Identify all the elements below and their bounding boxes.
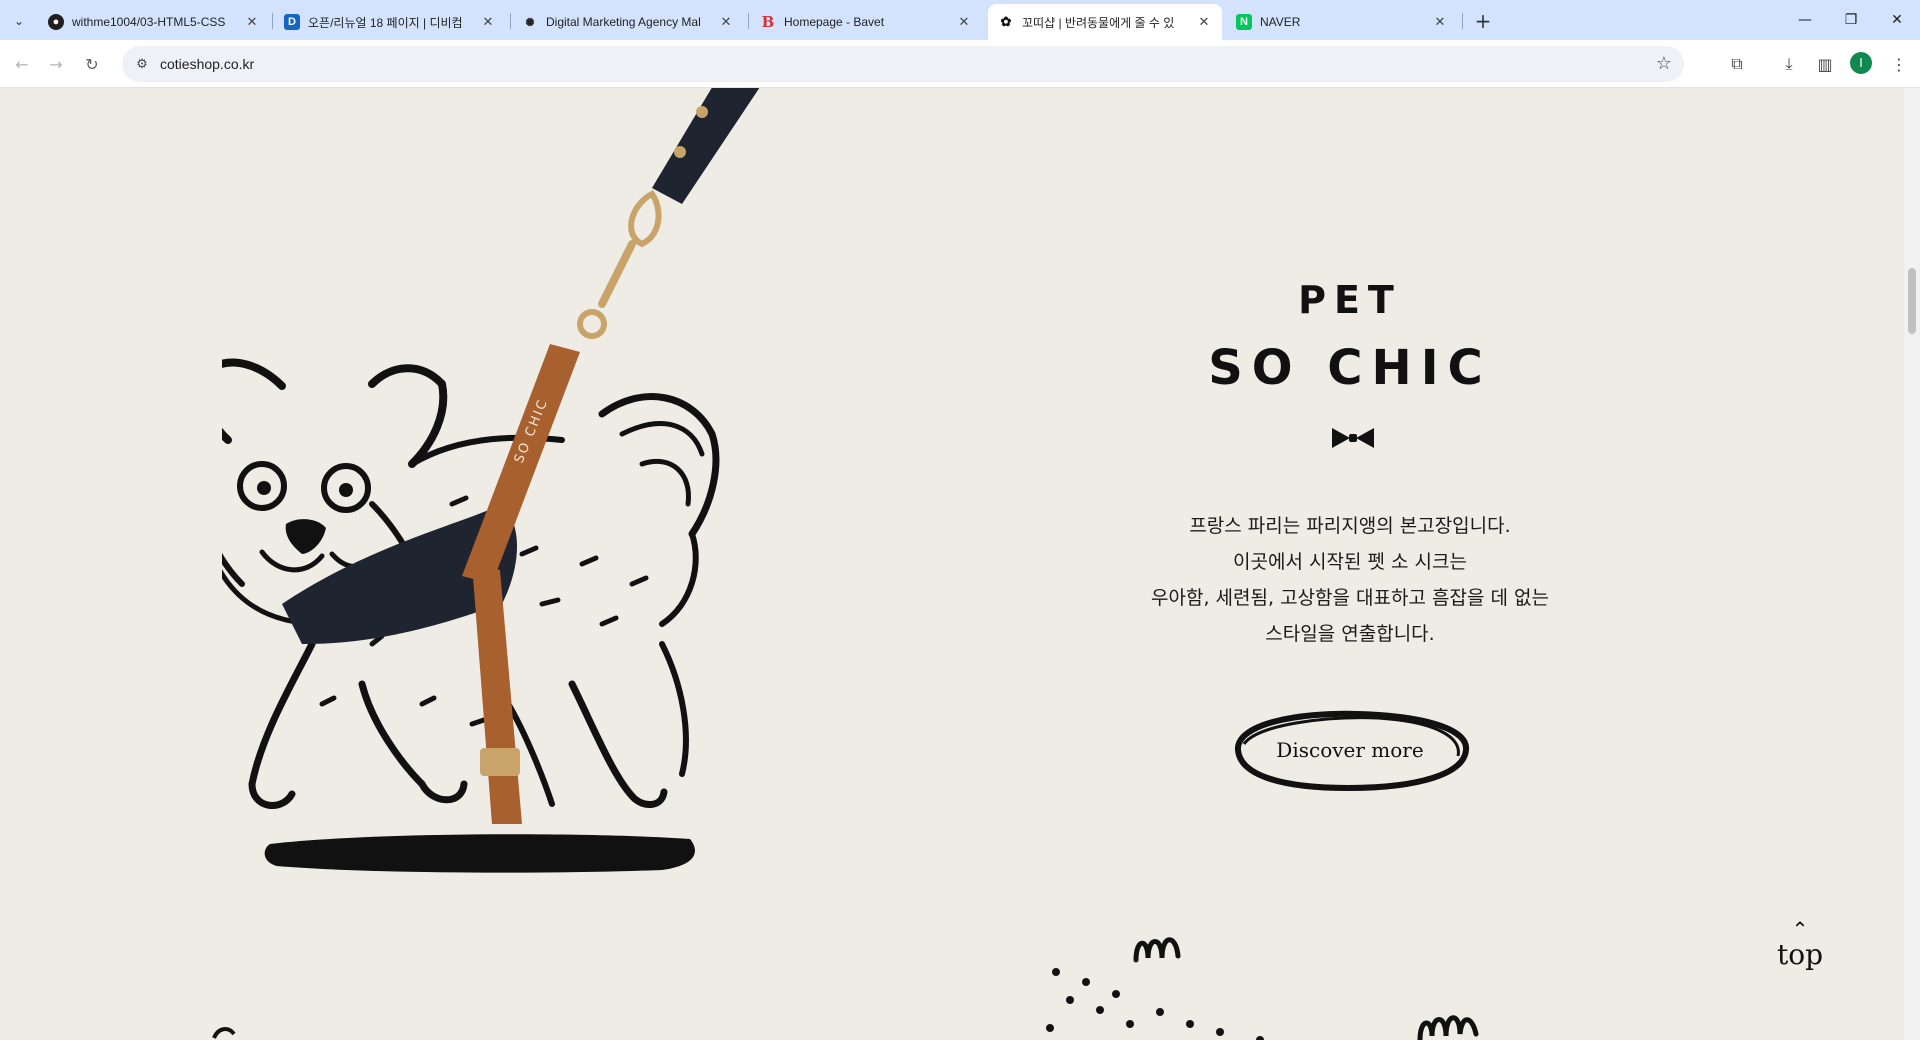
bowtie-icon xyxy=(1332,428,1374,448)
profile-avatar[interactable]: I xyxy=(1850,52,1872,74)
url-text[interactable]: cotieshop.co.kr xyxy=(160,56,254,72)
close-icon[interactable]: ✕ xyxy=(1196,14,1212,30)
back-icon[interactable]: ← xyxy=(8,50,36,78)
dog-illustration: SO CHIC xyxy=(222,88,760,873)
forward-icon[interactable]: → xyxy=(42,50,70,78)
minimize-icon[interactable]: — xyxy=(1782,0,1828,40)
d-logo-icon: D xyxy=(284,14,300,30)
cta-label: Discover more xyxy=(1276,738,1424,762)
b-logo-icon: B xyxy=(761,13,775,31)
close-icon[interactable]: ✕ xyxy=(718,14,734,30)
hero-description: 프랑스 파리는 파리지앵의 본고장입니다. 이곳에서 시작된 펫 소 시크는 우… xyxy=(1110,508,1590,652)
tab-1[interactable]: D 오픈/리뉴얼 18 페이지 | 디비컴 ✕ xyxy=(274,4,506,40)
agency-icon: ✺ xyxy=(525,16,535,29)
description-line: 스타일을 연출합니다. xyxy=(1265,623,1435,645)
scroll-to-top-button[interactable]: ⌃ top xyxy=(1772,917,1828,980)
description-line: 이곳에서 시작된 펫 소 시크는 xyxy=(1233,551,1467,573)
tab-title: NAVER xyxy=(1260,15,1301,29)
page-viewport: SO CHIC PET SO CHIC 프랑스 파리는 파리지앵의 본고장입니다… xyxy=(0,88,1904,1040)
tab-2[interactable]: ✺ Digital Marketing Agency Mal ✕ xyxy=(512,4,744,40)
scrollbar-thumb[interactable] xyxy=(1908,268,1916,334)
close-icon[interactable]: ✕ xyxy=(244,14,260,30)
site-info-icon[interactable]: ⚙ xyxy=(130,52,154,76)
menu-icon[interactable]: ⋮ xyxy=(1886,51,1912,77)
tab-4-active[interactable]: ✿ 꼬띠샵 | 반려동물에게 줄 수 있 ✕ xyxy=(988,4,1222,40)
tab-title: Homepage - Bavet xyxy=(784,15,885,29)
discover-more-button[interactable]: Discover more xyxy=(1218,704,1482,796)
description-line: 우아함, 세련됨, 고상함을 대표하고 흠잡을 데 없는 xyxy=(1151,587,1549,609)
restore-icon[interactable]: ❐ xyxy=(1828,0,1874,40)
tab-separator xyxy=(748,13,749,29)
doodle-fragment xyxy=(212,1027,236,1039)
close-icon[interactable]: ✕ xyxy=(480,14,496,30)
close-icon[interactable]: ✕ xyxy=(956,14,972,30)
browser-toolbar: ← → ↻ ⚙ cotieshop.co.kr ☆ ⧉ ⤓ ▥ I ⋮ xyxy=(0,40,1920,88)
description-line: 프랑스 파리는 파리지앵의 본고장입니다. xyxy=(1189,515,1511,537)
tab-0[interactable]: ● withme1004/03-HTML5-CSS ✕ xyxy=(38,4,270,40)
github-icon: ● xyxy=(48,14,64,30)
reload-icon[interactable]: ↻ xyxy=(78,50,106,78)
tab-title: withme1004/03-HTML5-CSS xyxy=(72,15,226,29)
extensions-icon[interactable]: ⧉ xyxy=(1724,51,1750,77)
tab-title: 오픈/리뉴얼 18 페이지 | 디비컴 xyxy=(308,15,463,30)
tab-3[interactable]: B Homepage - Bavet ✕ xyxy=(750,4,982,40)
tab-search-icon[interactable]: ⌄ xyxy=(6,8,32,34)
page-scrollbar[interactable] xyxy=(1904,88,1920,1040)
tab-separator xyxy=(272,13,273,29)
tab-5[interactable]: N NAVER ✕ xyxy=(1226,4,1458,40)
naver-icon: N xyxy=(1236,14,1252,30)
tab-title: Digital Marketing Agency Mal xyxy=(546,15,701,29)
tab-title: 꼬띠샵 | 반려동물에게 줄 수 있 xyxy=(1022,15,1175,30)
hero-title-line1: PET xyxy=(1298,278,1402,322)
new-tab-button[interactable]: + xyxy=(1470,8,1496,34)
close-icon[interactable]: ✕ xyxy=(1432,14,1448,30)
bookmark-star-icon[interactable]: ☆ xyxy=(1656,53,1672,74)
download-icon[interactable]: ⤓ xyxy=(1776,51,1802,77)
address-bar[interactable]: ⚙ cotieshop.co.kr ☆ xyxy=(122,46,1684,82)
doodle-illustration xyxy=(1046,937,1479,1040)
hero-title-line2: SO CHIC xyxy=(1208,340,1492,396)
close-window-icon[interactable]: ✕ xyxy=(1874,0,1920,40)
paw-icon: ✿ xyxy=(1000,14,1012,29)
chevron-up-icon: ⌃ xyxy=(1791,917,1809,941)
side-panel-icon[interactable]: ▥ xyxy=(1812,51,1838,77)
tab-separator xyxy=(1462,13,1463,29)
tab-strip: ⌄ ● withme1004/03-HTML5-CSS ✕ D 오픈/리뉴얼 1… xyxy=(0,0,1920,40)
top-label: top xyxy=(1776,938,1824,971)
tab-separator xyxy=(510,13,511,29)
